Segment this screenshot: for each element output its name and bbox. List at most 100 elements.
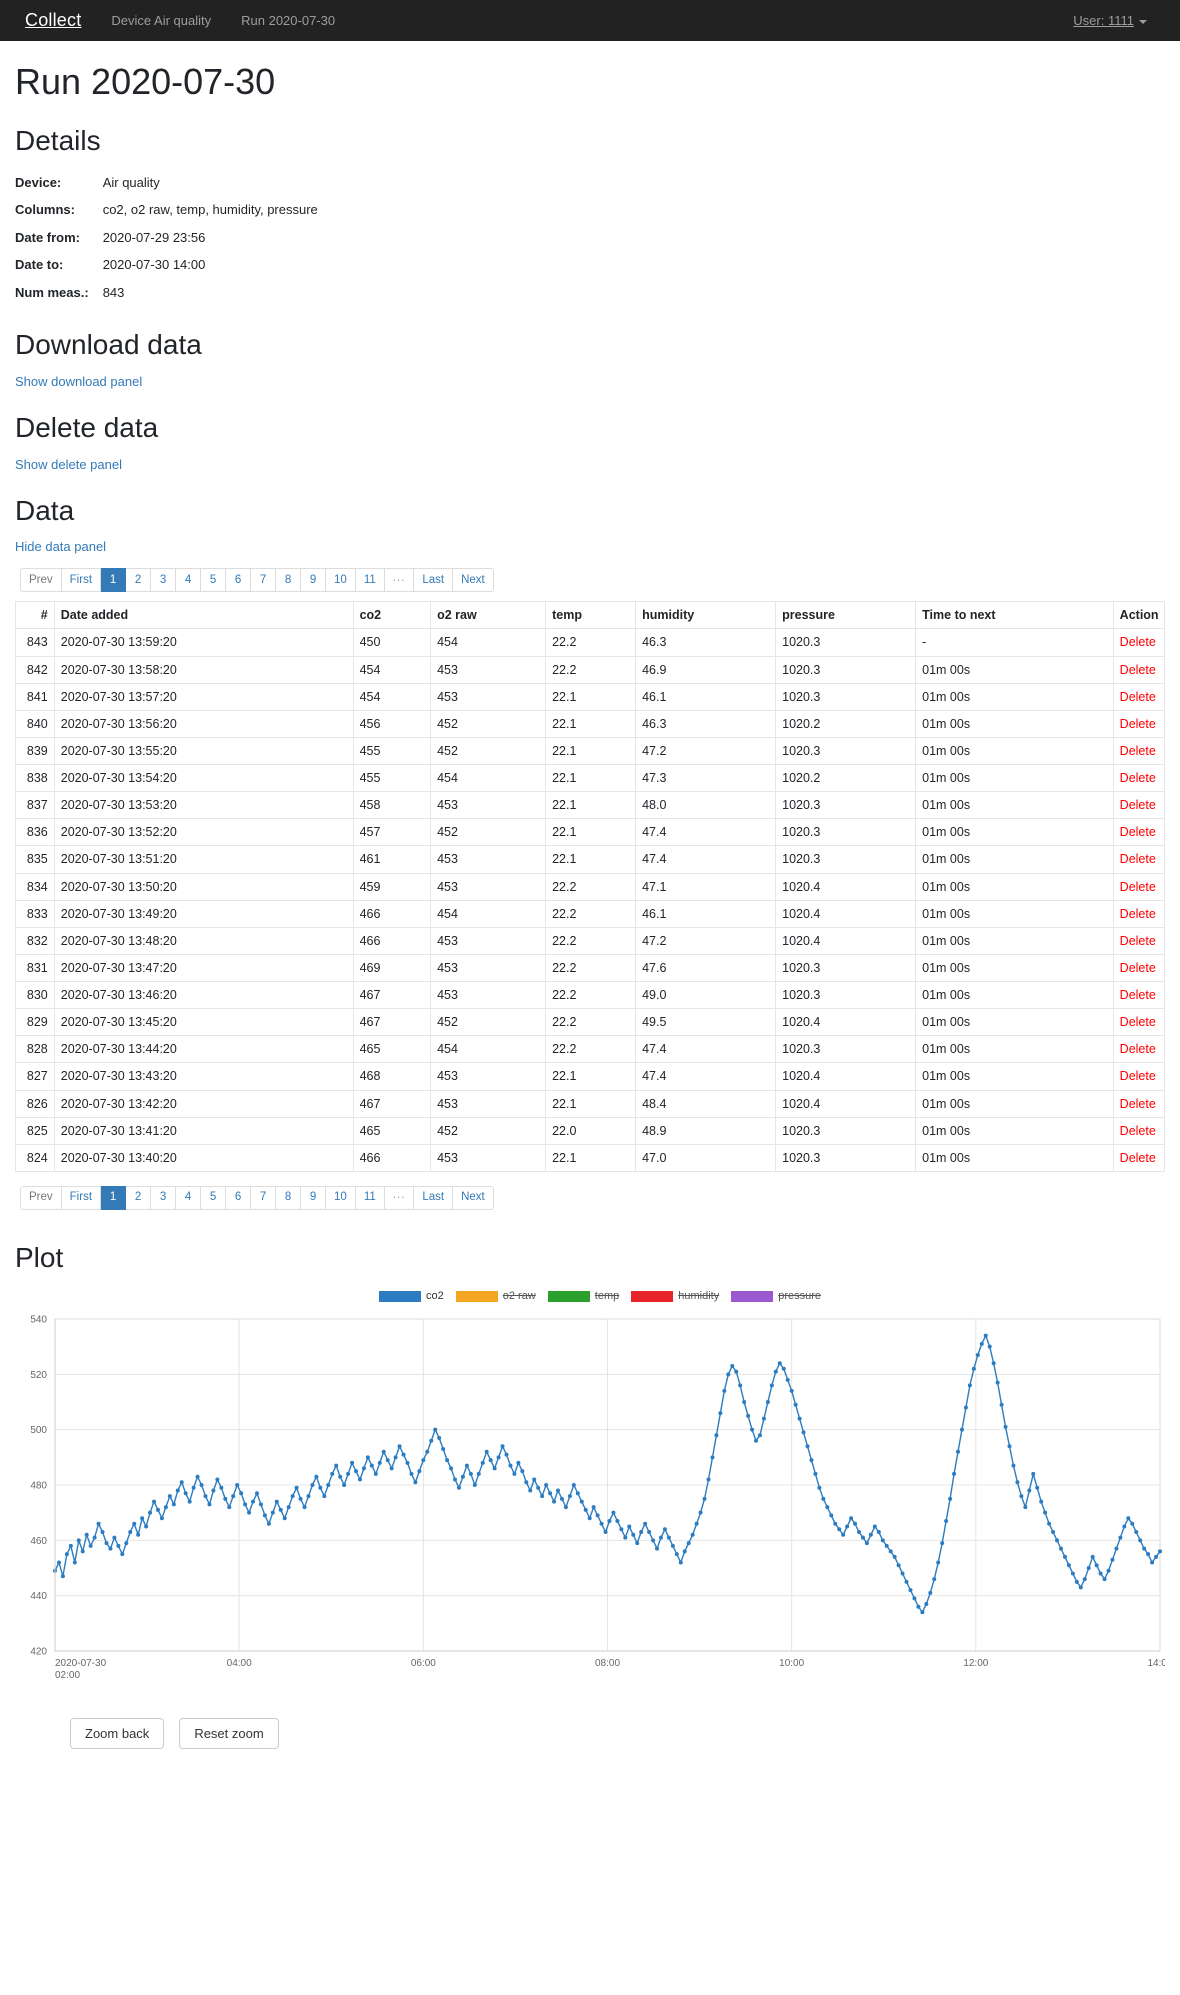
- delete-row-link[interactable]: Delete: [1120, 1097, 1156, 1111]
- legend-item-pressure[interactable]: pressure: [727, 1290, 825, 1302]
- legend-item-humidity[interactable]: humidity: [627, 1290, 723, 1302]
- page-link-bottom-4[interactable]: 4: [176, 1185, 202, 1210]
- page-link-top-6[interactable]: 6: [226, 568, 252, 593]
- page-link-bottom-2[interactable]: 2: [126, 1185, 152, 1210]
- page-link-bottom-dotsdotsdots[interactable]: ...: [384, 1185, 415, 1210]
- delete-row-link[interactable]: Delete: [1120, 1015, 1156, 1029]
- reset-zoom-button[interactable]: Reset zoom: [179, 1718, 279, 1750]
- page-link-bottom-9[interactable]: 9: [301, 1185, 327, 1210]
- data-point: [726, 1372, 731, 1377]
- delete-row-link[interactable]: Delete: [1120, 961, 1156, 975]
- chart-area[interactable]: 420 440 460 480 500 520 540 2020-07-30 02:00 04:0…: [15, 1311, 1165, 1696]
- page-link-bottom-prev[interactable]: Prev: [20, 1185, 62, 1210]
- user-menu-button[interactable]: User: 1111: [1073, 0, 1147, 41]
- page-link-bottom-6[interactable]: 6: [226, 1185, 252, 1210]
- legend-swatch-icon: [547, 1290, 590, 1302]
- line-chart[interactable]: 420 440 460 480 500 520 540 2020-07-3002:00 04:0…: [15, 1311, 1165, 1696]
- delete-row-link[interactable]: Delete: [1120, 1151, 1156, 1165]
- brand-link[interactable]: Collect: [15, 0, 96, 41]
- page-link-top-5[interactable]: 5: [201, 568, 227, 593]
- cell-index: 830: [15, 981, 55, 1010]
- page-link-bottom-7[interactable]: 7: [251, 1185, 277, 1210]
- data-point: [647, 1530, 652, 1535]
- legend-item-co2[interactable]: co2: [375, 1290, 448, 1302]
- page-link-bottom-last[interactable]: Last: [414, 1185, 454, 1210]
- data-point: [979, 1342, 984, 1347]
- page-link-top-last[interactable]: Last: [414, 568, 454, 593]
- delete-row-link[interactable]: Delete: [1120, 907, 1156, 921]
- cell-action: Delete: [1112, 736, 1166, 766]
- cell-pressure: 1020.4: [775, 1089, 917, 1118]
- page-link-bottom-1[interactable]: 1: [101, 1185, 127, 1210]
- data-point: [397, 1444, 402, 1449]
- delete-row-link[interactable]: Delete: [1120, 1042, 1156, 1056]
- data-point: [888, 1549, 893, 1554]
- page-link-bottom-11[interactable]: 11: [355, 1185, 385, 1210]
- delete-row-link[interactable]: Delete: [1120, 934, 1156, 948]
- zoom-back-button[interactable]: Zoom back: [70, 1718, 165, 1750]
- page-link-top-11[interactable]: 11: [355, 568, 385, 593]
- data-point: [128, 1530, 133, 1535]
- legend-item-temp[interactable]: temp: [544, 1290, 623, 1302]
- page-link-top-8[interactable]: 8: [276, 568, 302, 593]
- page-link-top-1[interactable]: 1: [101, 568, 127, 593]
- data-point: [484, 1450, 489, 1455]
- nav-link-run[interactable]: Run 2020-07-30: [226, 0, 350, 41]
- nav-link-device[interactable]: Device Air quality: [96, 0, 226, 41]
- cell-co2: 465: [352, 1116, 432, 1145]
- data-point: [841, 1533, 846, 1538]
- page-link-bottom-first[interactable]: First: [61, 1185, 102, 1210]
- delete-row-link[interactable]: Delete: [1120, 663, 1156, 677]
- delete-row-link[interactable]: Delete: [1120, 690, 1156, 704]
- delete-row-link[interactable]: Delete: [1120, 771, 1156, 785]
- x-tick-label: 06:00: [411, 1658, 436, 1669]
- page-link-top-10[interactable]: 10: [326, 568, 356, 593]
- legend-item-o2-raw[interactable]: o2 raw: [452, 1290, 540, 1302]
- page-link-bottom-5[interactable]: 5: [201, 1185, 227, 1210]
- details-table: Device: Air quality Columns: co2, o2 raw…: [15, 169, 318, 307]
- delete-row-link[interactable]: Delete: [1120, 852, 1156, 866]
- page-link-bottom-8[interactable]: 8: [276, 1185, 302, 1210]
- hide-data-panel-link[interactable]: Hide data panel: [15, 539, 106, 554]
- delete-row-link[interactable]: Delete: [1120, 744, 1156, 758]
- cell-index: 840: [15, 709, 55, 738]
- page-link-top-7[interactable]: 7: [251, 568, 277, 593]
- data-point: [330, 1472, 335, 1477]
- page-link-top-4[interactable]: 4: [176, 568, 202, 593]
- data-point: [781, 1367, 786, 1372]
- page-link-top-3[interactable]: 3: [151, 568, 177, 593]
- page-link-top-next[interactable]: Next: [453, 568, 494, 593]
- chart-legend: co2 o2 raw temp humidity pressure: [15, 1285, 1165, 1307]
- delete-row-link[interactable]: Delete: [1120, 1124, 1156, 1138]
- data-point: [995, 1381, 1000, 1386]
- data-point: [1066, 1563, 1071, 1568]
- show-download-panel-link[interactable]: Show download panel: [15, 374, 142, 389]
- cell-index: 835: [15, 845, 55, 874]
- data-point: [326, 1483, 331, 1488]
- show-delete-panel-link[interactable]: Show delete panel: [15, 457, 122, 472]
- data-point: [1043, 1511, 1048, 1516]
- delete-row-link[interactable]: Delete: [1120, 1069, 1156, 1083]
- data-point: [615, 1519, 620, 1524]
- page-link-top-dotsdotsdots[interactable]: ...: [384, 568, 415, 593]
- delete-row-link[interactable]: Delete: [1120, 880, 1156, 894]
- cell-action: Delete: [1112, 682, 1166, 711]
- page-link-top-first[interactable]: First: [61, 568, 102, 593]
- delete-row-link[interactable]: Delete: [1120, 635, 1156, 649]
- page-link-bottom-10[interactable]: 10: [326, 1185, 356, 1210]
- cell-date-added: 2020-07-30 13:47:20: [53, 953, 354, 983]
- data-point: [789, 1389, 794, 1394]
- delete-row-link[interactable]: Delete: [1120, 798, 1156, 812]
- page-link-top-prev[interactable]: Prev: [20, 568, 62, 593]
- cell-o2-raw: 453: [430, 1062, 547, 1091]
- page-link-bottom-3[interactable]: 3: [151, 1185, 177, 1210]
- page-link-top-9[interactable]: 9: [301, 568, 327, 593]
- page-link-bottom-next[interactable]: Next: [453, 1185, 494, 1210]
- data-point: [377, 1461, 382, 1466]
- delete-row-link[interactable]: Delete: [1120, 988, 1156, 1002]
- delete-row-link[interactable]: Delete: [1120, 717, 1156, 731]
- cell-date-added: 2020-07-30 13:53:20: [53, 791, 354, 820]
- delete-row-link[interactable]: Delete: [1120, 825, 1156, 839]
- data-point: [163, 1505, 168, 1510]
- page-link-top-2[interactable]: 2: [126, 568, 152, 593]
